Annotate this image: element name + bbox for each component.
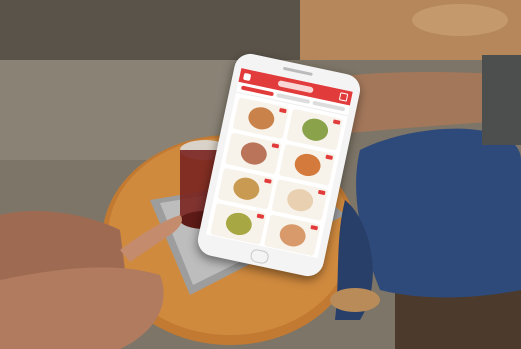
food-dish-image — [245, 104, 276, 132]
app-logo-icon — [243, 72, 252, 81]
cart-icon — [338, 92, 349, 102]
food-tile — [232, 97, 290, 140]
tile-badge — [317, 189, 326, 196]
food-dish-image — [284, 186, 315, 214]
photo-scene — [0, 0, 521, 349]
tile-badge — [256, 213, 265, 219]
food-grid — [206, 93, 348, 259]
food-dish-image — [230, 175, 261, 203]
food-tile — [217, 167, 275, 210]
food-tile — [225, 132, 282, 175]
food-dish-image — [277, 221, 308, 249]
food-tile — [286, 108, 343, 151]
tile-badge — [325, 154, 334, 160]
food-dish-image — [238, 139, 269, 167]
food-tile — [278, 143, 336, 186]
food-dish-image — [223, 210, 254, 238]
food-tile — [271, 179, 328, 222]
tile-badge — [271, 143, 280, 149]
tile-badge — [310, 225, 319, 231]
home-button — [249, 248, 270, 265]
food-dish-image — [299, 116, 330, 144]
tile-badge — [264, 178, 272, 184]
food-tile — [263, 214, 321, 257]
tile-badge — [279, 107, 287, 114]
food-dish-image — [292, 151, 323, 179]
food-tile — [210, 202, 267, 245]
tile-badge — [332, 119, 341, 125]
phone-speaker — [282, 66, 313, 76]
